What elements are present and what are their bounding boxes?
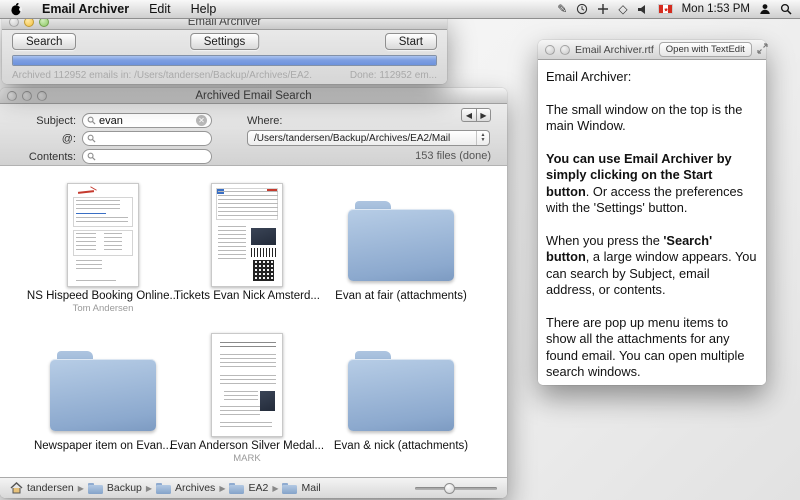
file-item[interactable]: Tickets Evan Nick Amsterd... [162, 175, 332, 302]
user-switch-icon[interactable] [759, 3, 771, 15]
folder-icon [316, 325, 486, 437]
chevron-right-icon: ▶ [78, 484, 84, 493]
fullscreen-icon[interactable] [757, 41, 768, 59]
clear-icon[interactable]: ✕ [196, 115, 207, 126]
settings-button[interactable]: Settings [190, 33, 260, 50]
close-button[interactable] [7, 91, 17, 101]
folder-icon [316, 175, 486, 287]
search-button[interactable]: Search [12, 33, 76, 50]
icon-size-slider[interactable] [415, 483, 497, 494]
where-label: Where: [247, 115, 282, 127]
chevron-right-icon: ▶ [146, 484, 152, 493]
breadcrumb-ea2[interactable]: EA2 [229, 482, 268, 494]
file-name: Tickets Evan Nick Amsterd... [162, 290, 332, 302]
folder-icon [88, 483, 103, 494]
file-name: Evan & nick (attachments) [316, 440, 486, 452]
zoom-button[interactable] [37, 91, 47, 101]
crosshair-icon[interactable] [597, 3, 609, 15]
breadcrumb-backup[interactable]: Backup [88, 482, 142, 494]
breadcrumb-home[interactable]: tandersen [10, 482, 74, 494]
quicklook-titlebar[interactable]: Email Archiver.rtf Open with TextEdit [538, 40, 766, 60]
search-titlebar[interactable]: Archived Email Search [0, 88, 507, 104]
address-field[interactable] [82, 131, 212, 146]
popup-stepper-icon: ▲▼ [476, 131, 489, 145]
progress-fill [13, 56, 436, 65]
menu-bar: Email Archiver Edit Help ✎ ◇ Mon 1:53 PM [0, 0, 800, 19]
file-subtitle: Tom Andersen [18, 303, 188, 314]
zoom-button[interactable] [560, 45, 570, 55]
where-value: /Users/tandersen/Backup/Archives/EA2/Mai… [254, 133, 476, 144]
search-icon [87, 134, 96, 143]
chevron-right-icon: ▶ [219, 484, 225, 493]
subject-label: Subject: [0, 115, 76, 127]
menu-clock[interactable]: Mon 1:53 PM [682, 3, 750, 15]
address-label: @: [0, 133, 76, 145]
document-thumbnail [162, 325, 332, 437]
menu-edit[interactable]: Edit [139, 0, 181, 18]
input-source-flag-icon[interactable] [658, 4, 673, 14]
quicklook-title: Email Archiver.rtf [575, 44, 654, 56]
contents-label: Contents: [0, 151, 76, 163]
folder-icon [229, 483, 244, 494]
folder-icon [156, 483, 171, 494]
quicklook-text: Email Archiver:The small window on the t… [538, 60, 766, 385]
start-button[interactable]: Start [385, 33, 437, 50]
where-popup[interactable]: /Users/tandersen/Backup/Archives/EA2/Mai… [247, 130, 490, 146]
files-count: 153 files (done) [415, 150, 491, 162]
quicklook-window: Email Archiver.rtf Open with TextEdit Em… [538, 40, 766, 385]
file-item[interactable]: Evan Anderson Silver Medal... MARK [162, 325, 332, 464]
file-subtitle: MARK [162, 453, 332, 464]
archive-status-text: Archived 112952 emails in: /Users/tander… [12, 70, 312, 81]
contents-input[interactable] [99, 151, 207, 163]
apple-icon [10, 2, 22, 16]
sync-clock-icon[interactable] [576, 3, 588, 15]
document-thumbnail [162, 175, 332, 287]
search-window-title: Archived Email Search [195, 90, 311, 102]
file-name: Evan Anderson Silver Medal... [162, 440, 332, 452]
folder-icon [282, 483, 297, 494]
breadcrumb-archives[interactable]: Archives [156, 482, 215, 494]
path-bar: tandersen ▶ Backup ▶ Archives ▶ EA2 ▶ Ma… [0, 477, 507, 498]
forward-button[interactable]: ▶ [476, 108, 491, 122]
chevron-right-icon: ▶ [272, 484, 278, 493]
address-input[interactable] [99, 133, 207, 145]
archived-email-search-window: Archived Email Search ◀ ▶ Subject: ✕ @: … [0, 88, 507, 498]
open-with-textedit-button[interactable]: Open with TextEdit [659, 42, 752, 57]
search-icon [87, 116, 96, 125]
menu-help[interactable]: Help [181, 0, 227, 18]
breadcrumb-mail[interactable]: Mail [282, 482, 320, 494]
apple-menu[interactable] [0, 0, 32, 18]
close-button[interactable] [545, 45, 555, 55]
archive-done-text: Done: 112952 em... [350, 70, 437, 81]
subject-field[interactable]: ✕ [82, 113, 212, 128]
search-toolbar: ◀ ▶ Subject: ✕ @: Contents: Where: /Us [0, 104, 507, 166]
archive-progress-bar [12, 55, 437, 66]
home-icon [10, 482, 23, 494]
email-archiver-window: Email Archiver Search Settings Start Arc… [2, 14, 447, 84]
file-name: Evan at fair (attachments) [316, 290, 486, 302]
search-icon [87, 152, 96, 161]
spaces-diamond-icon[interactable]: ◇ [618, 2, 627, 16]
pen-icon[interactable]: ✎ [557, 2, 567, 16]
search-results: NS Hispeed Booking Online... Tom Anderse… [0, 166, 507, 477]
subject-input[interactable] [99, 115, 193, 127]
back-button[interactable]: ◀ [461, 108, 476, 122]
volume-icon[interactable] [637, 4, 649, 15]
contents-field[interactable] [82, 149, 212, 164]
minimize-button[interactable] [22, 91, 32, 101]
desktop: Email Archiver Edit Help ✎ ◇ Mon 1:53 PM [0, 0, 800, 500]
file-item[interactable]: Evan at fair (attachments) [316, 175, 486, 302]
slider-knob[interactable] [444, 483, 455, 494]
history-nav: ◀ ▶ [461, 108, 491, 122]
spotlight-icon[interactable] [780, 3, 792, 15]
file-item[interactable]: Evan & nick (attachments) [316, 325, 486, 452]
menu-app-name[interactable]: Email Archiver [32, 0, 139, 18]
